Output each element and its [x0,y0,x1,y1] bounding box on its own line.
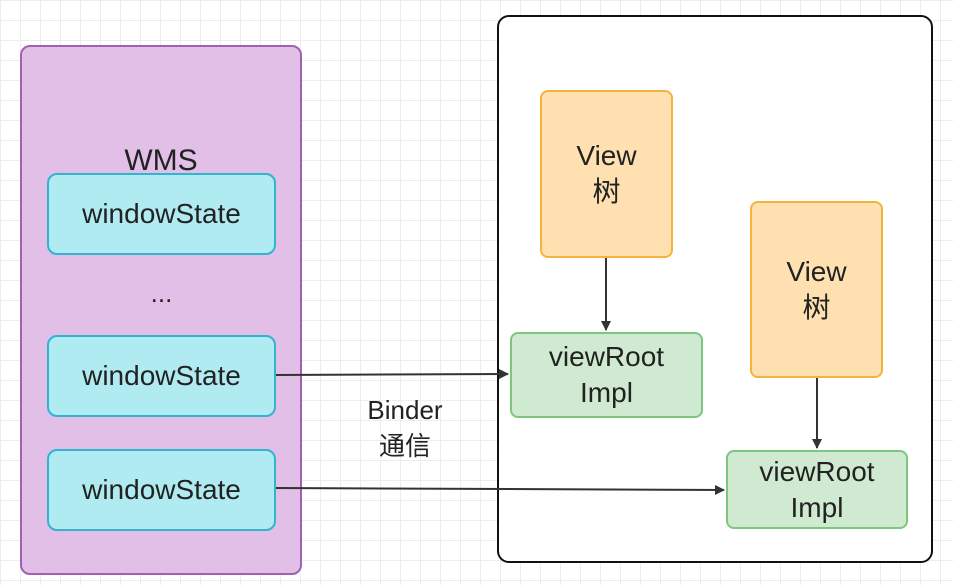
binder-label-line1: Binder [367,395,443,425]
view-root-impl-label: viewRoot [548,341,665,372]
window-state-label: windowState [82,360,241,391]
view-tree-label: View [576,140,637,171]
view-root-impl-box-1: viewRoot Impl [510,332,703,418]
view-tree-sublabel: 树 [592,176,621,207]
view-root-impl-sublabel: Impl [580,377,633,408]
view-tree-label: View [786,255,847,287]
window-state-box-3: windowState [47,449,276,531]
view-tree-box-2: View 树 [750,201,883,378]
window-state-ellipsis: ... [150,278,173,308]
binder-label-line2: 通信 [378,431,431,461]
window-state-box-1: windowState [47,173,276,255]
view-root-impl-sublabel: Impl [790,491,844,523]
arrow-windowstate2-to-viewrootimpl1 [275,369,509,380]
window-state-label: windowState [82,198,241,229]
window-state-box-2: windowState [47,335,276,417]
view-root-impl-label: viewRoot [759,455,875,487]
binder-label: Binder 通信 [345,392,465,464]
view-tree-box-1: View 树 [540,90,673,258]
window-state-label: windowState [82,474,241,505]
view-root-impl-box-2: viewRoot Impl [726,450,908,529]
view-tree-sublabel: 树 [802,291,831,323]
